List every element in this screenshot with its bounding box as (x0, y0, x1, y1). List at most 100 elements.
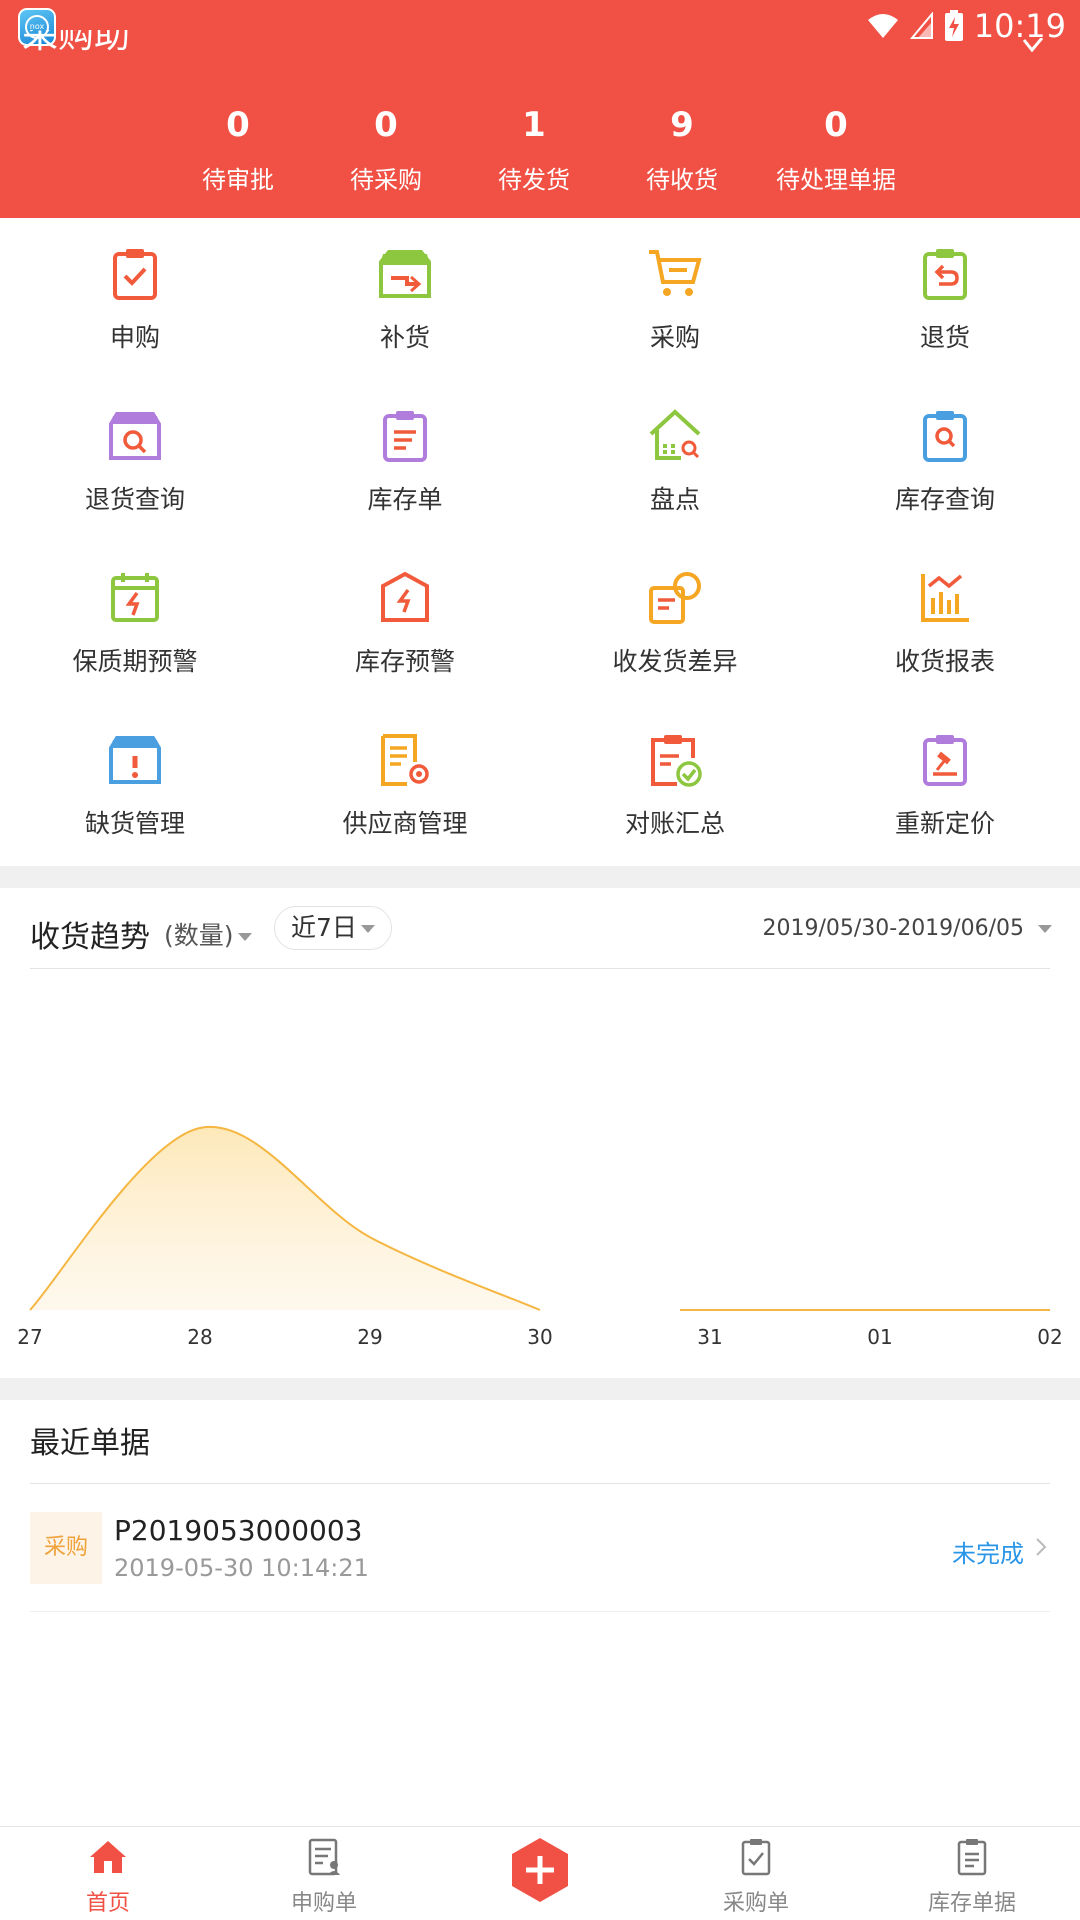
grid-item-inventory-alert[interactable]: 库存预警 (270, 542, 540, 704)
grid-item-return-query[interactable]: 退货查询 (0, 380, 270, 542)
header-title-partial: 采购助手 (22, 30, 131, 52)
section-divider (0, 866, 1080, 888)
grid-label: 收货报表 (894, 647, 995, 676)
metric-dropdown[interactable]: (数量) (164, 916, 252, 952)
doc-gear-icon (381, 734, 429, 786)
wifi-icon (867, 14, 898, 38)
grid-item-supplier-management[interactable]: 供应商管理 (270, 704, 540, 866)
return-clipboard-icon (923, 249, 967, 300)
list-clipboard-icon (383, 411, 427, 462)
grid-label: 对账汇总 (624, 809, 725, 838)
receipt-trend-chart: 27 28 29 30 31 01 02 (17, 1125, 1063, 1349)
grid-item-replenish[interactable]: 补货 (270, 218, 540, 380)
box-search-icon (109, 412, 161, 460)
x-tick-label: 29 (357, 1325, 382, 1349)
grid-label: 保质期预警 (72, 647, 198, 676)
grid-label: 库存单 (367, 485, 443, 514)
x-tick-label: 28 (187, 1325, 212, 1349)
box-arrow-icon (379, 250, 431, 298)
cart-icon (649, 250, 702, 296)
chart-area-fill (30, 1126, 540, 1310)
recent-document-row[interactable]: 采购 P2019053000003 2019-05-30 10:14:21 未完… (30, 1484, 1050, 1612)
stats-row: 0 待审批 0 待采购 1 待发货 9 待收货 0 待处理单据 (0, 100, 1080, 200)
clipboard-hammer-icon (923, 735, 967, 786)
grid-label: 供应商管理 (342, 809, 468, 838)
header-action-icon[interactable] (1022, 38, 1044, 54)
section-divider (0, 1378, 1080, 1400)
inventory-doc-icon (957, 1839, 987, 1876)
grid-item-inventory-query[interactable]: 库存查询 (810, 380, 1080, 542)
tab-purchase-requests[interactable]: 申购单 (216, 1827, 432, 1920)
grid-label: 退货查询 (84, 485, 185, 514)
grid-item-stocktake[interactable]: 盘点 (540, 380, 810, 542)
grid-label: 库存预警 (354, 647, 455, 676)
stat-pending-documents[interactable]: 0 待处理单据 (746, 100, 926, 195)
x-tick-label: 30 (527, 1325, 552, 1349)
range-dropdown[interactable]: 近7日 (274, 906, 392, 950)
grid-item-return[interactable]: 退货 (810, 218, 1080, 380)
stat-pending-receipt[interactable]: 9 待收货 (592, 100, 772, 195)
app-root: nox 10:19 采购助手 (0, 0, 1080, 1920)
tab-inventory-documents[interactable]: 库存单据 (864, 1827, 1080, 1920)
grid-label: 收发货差异 (612, 647, 738, 676)
grid-label: 缺货管理 (84, 809, 185, 838)
x-tick-label: 01 (867, 1325, 892, 1349)
tab-label: 申购单 (290, 1891, 357, 1916)
stat-label: 待处理单据 (776, 166, 896, 194)
grid-item-apply-purchase[interactable]: 申购 (0, 218, 270, 380)
grid-item-inventory-list[interactable]: 库存单 (270, 380, 540, 542)
range-label: 近7日 (291, 913, 357, 942)
recent-title: 最近单据 (30, 1426, 150, 1461)
tab-label: 库存单据 (927, 1891, 1016, 1916)
grid-item-shortage-management[interactable]: 缺货管理 (0, 704, 270, 866)
status-bar: nox 10:19 (0, 0, 1080, 50)
grid-item-receipt-difference[interactable]: 收发货差异 (540, 542, 810, 704)
tab-label: 首页 (85, 1891, 130, 1916)
bar-report-icon (921, 574, 969, 622)
document-number: P2019053000003 (114, 1514, 363, 1547)
clipboard-search-icon (923, 411, 967, 462)
grid-item-receipt-report[interactable]: 收货报表 (810, 542, 1080, 704)
document-status: 未完成 (952, 1540, 1024, 1568)
hex-alert-icon (381, 571, 429, 622)
stat-label: 待收货 (646, 166, 718, 194)
feature-grid: 申购 补货 采购 退货 退货查询 库存单 盘点 库存查询 保质期预警 库存预警 … (0, 218, 1080, 866)
purchase-request-icon (308, 1838, 340, 1876)
metric-label: (数量) (164, 921, 234, 950)
grid-item-shelf-life-alert[interactable]: 保质期预警 (0, 542, 270, 704)
chart-separator (30, 968, 1050, 969)
battery-charging-icon (944, 10, 963, 41)
grid-label: 库存查询 (894, 485, 995, 514)
box-warning-icon (109, 736, 161, 784)
dropdown-arrow-icon (237, 933, 252, 941)
grid-label: 补货 (379, 323, 430, 352)
calendar-alert-icon (111, 573, 159, 622)
dropdown-arrow-icon (360, 925, 375, 933)
grid-item-reprice[interactable]: 重新定价 (810, 704, 1080, 866)
stat-value: 9 (670, 105, 694, 145)
tab-home[interactable]: 首页 (0, 1827, 216, 1920)
add-button[interactable] (506, 1836, 574, 1904)
grid-item-reconciliation-summary[interactable]: 对账汇总 (540, 704, 810, 866)
house-search-icon (649, 409, 701, 460)
grid-label: 申购 (109, 323, 160, 352)
clipboard-verify-icon (651, 735, 702, 787)
chart-header: 收货趋势 (数量) 近7日 2019/05/30-2019/06/05 (0, 888, 1080, 970)
grid-label: 重新定价 (894, 809, 995, 838)
x-axis-ticks: 27 28 29 30 31 01 02 (17, 1325, 1062, 1349)
grid-item-purchase[interactable]: 采购 (540, 218, 810, 380)
tab-purchase-orders[interactable]: 采购单 (648, 1827, 864, 1920)
status-time: 10:19 (973, 7, 1066, 45)
x-tick-label: 27 (17, 1325, 42, 1349)
x-tick-label: 31 (697, 1325, 722, 1349)
grid-label: 采购 (649, 323, 700, 352)
purchase-order-icon (741, 1839, 771, 1876)
header: nox 10:19 采购助手 (0, 0, 1080, 218)
chevron-right-icon (1036, 1538, 1047, 1556)
chart-title: 收货趋势 (30, 920, 150, 955)
x-tick-label: 02 (1037, 1325, 1062, 1349)
doc-compare-icon (649, 572, 701, 624)
date-range-dropdown[interactable]: 2019/05/30-2019/06/05 (762, 916, 1052, 941)
grid-label: 盘点 (649, 485, 700, 514)
dropdown-arrow-icon (1038, 925, 1052, 933)
